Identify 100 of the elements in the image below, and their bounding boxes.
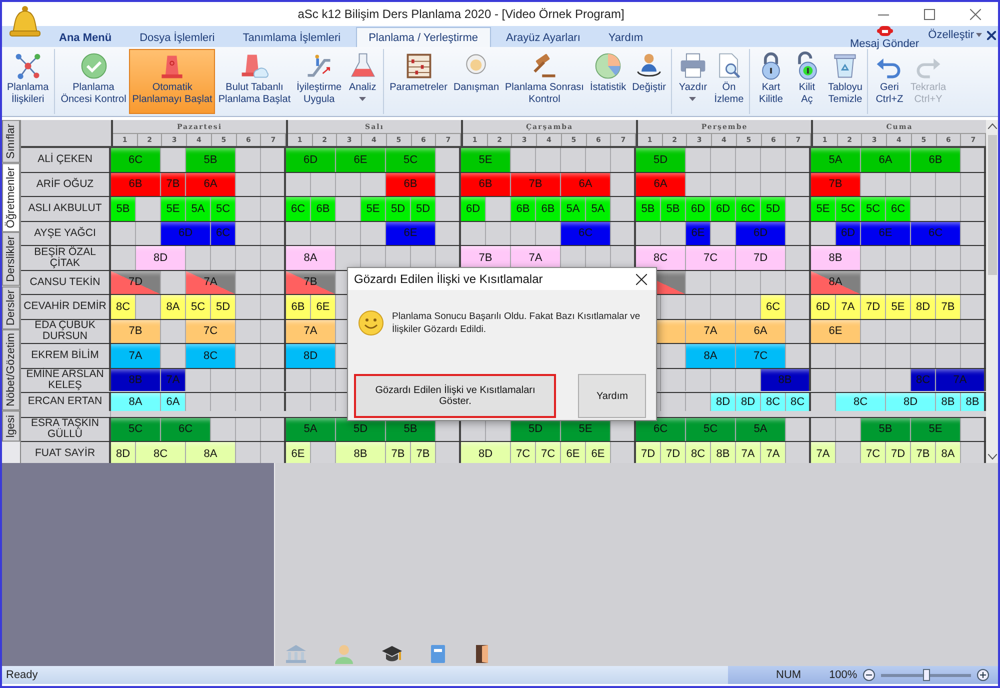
lesson-cell[interactable]: 8D <box>461 442 511 463</box>
customize-button[interactable]: Özelleştir <box>928 29 982 41</box>
lesson-cell[interactable]: 5E <box>811 197 836 220</box>
lesson-cell[interactable]: 5B <box>861 418 911 441</box>
lesson-cell[interactable]: 5C <box>836 197 861 220</box>
side-tab[interactable]: Dersler <box>2 286 20 330</box>
lesson-cell[interactable]: 6E <box>561 442 586 463</box>
lesson-cell[interactable]: 5A <box>811 148 861 172</box>
lesson-cell[interactable]: 8C <box>186 344 236 368</box>
ribbon-button[interactable]: Değiştir <box>629 49 669 114</box>
lesson-cell[interactable]: 8C <box>761 393 786 411</box>
ribbon-button[interactable]: Planlama Sonrası Kontrol <box>502 49 587 114</box>
scroll-down-icon[interactable] <box>988 454 997 460</box>
scrollbar[interactable] <box>986 120 998 463</box>
lesson-cell[interactable]: 6E <box>311 295 336 318</box>
lesson-cell[interactable]: 7A <box>836 295 861 318</box>
lesson-cell[interactable]: 5E <box>361 197 386 220</box>
lesson-cell[interactable]: 8B <box>336 442 386 463</box>
ribbon-button[interactable]: Kart Kilitle <box>752 49 789 114</box>
lesson-cell[interactable]: 8A <box>286 246 336 270</box>
lesson-cell[interactable]: 8B <box>811 246 861 270</box>
lesson-cell[interactable]: 7D <box>636 442 661 463</box>
ribbon-button[interactable]: Analiz <box>344 49 381 114</box>
lesson-cell[interactable]: 7D <box>886 442 911 463</box>
lesson-cell[interactable]: 7C <box>536 442 561 463</box>
scroll-thumb[interactable] <box>988 135 997 275</box>
scroll-up-icon[interactable] <box>988 123 997 129</box>
lesson-cell[interactable]: 5D <box>636 148 686 172</box>
ribbon-tab[interactable]: Tanımlama İşlemleri <box>230 27 354 47</box>
lesson-cell[interactable]: 6A <box>186 172 236 196</box>
lesson-cell[interactable]: 7A <box>736 442 761 463</box>
lesson-cell[interactable]: 7C <box>511 442 536 463</box>
side-tab[interactable]: Derslikler <box>2 232 20 286</box>
lesson-cell[interactable]: 5B <box>661 197 686 220</box>
lesson-cell[interactable]: 6B <box>911 148 961 172</box>
lesson-cell[interactable]: 7B <box>811 172 861 196</box>
lesson-cell[interactable]: 6C <box>736 197 761 220</box>
lesson-cell[interactable]: 6E <box>811 320 861 343</box>
lesson-cell[interactable]: 8B <box>961 393 986 411</box>
lesson-cell[interactable]: 5C <box>186 295 211 318</box>
lesson-cell[interactable]: 7A <box>286 320 336 343</box>
lesson-cell[interactable]: 5A <box>561 197 586 220</box>
ribbon-button[interactable]: İyileştirme Uygula <box>294 49 345 114</box>
lesson-cell[interactable]: 7D <box>861 295 886 318</box>
zoom-out-icon[interactable] <box>863 669 876 681</box>
lesson-cell[interactable]: 7A <box>811 442 836 463</box>
lesson-cell[interactable]: 5E <box>886 295 911 318</box>
lesson-cell[interactable]: 6D <box>286 148 336 172</box>
lesson-cell[interactable]: 7A <box>761 442 786 463</box>
book-icon[interactable] <box>429 644 447 664</box>
lesson-cell[interactable]: 5C <box>111 418 161 441</box>
lesson-cell[interactable]: 5D <box>761 197 786 220</box>
lesson-cell[interactable]: 6A <box>561 172 611 196</box>
lesson-cell[interactable]: 5C <box>211 197 236 220</box>
lesson-cell[interactable]: 5B <box>186 148 236 172</box>
zoom-slider[interactable] <box>923 668 930 680</box>
ribbon-tab[interactable]: Ana Menü <box>46 27 125 47</box>
lesson-cell[interactable]: 5C <box>686 418 736 441</box>
lesson-cell[interactable]: 6B <box>386 172 436 196</box>
lesson-cell[interactable]: 5D <box>411 197 436 220</box>
lesson-cell[interactable]: 5E <box>911 418 961 441</box>
lesson-cell[interactable]: 7A <box>686 320 736 343</box>
lesson-cell[interactable]: 8A <box>936 442 961 463</box>
lesson-cell[interactable]: 5C <box>386 148 436 172</box>
lesson-cell[interactable]: 5E <box>161 197 186 220</box>
lesson-cell[interactable]: 5D <box>386 197 411 220</box>
lesson-cell[interactable]: 7C <box>186 320 236 343</box>
lesson-cell[interactable]: 6B <box>111 172 161 196</box>
lesson-cell[interactable]: 6A <box>861 148 911 172</box>
ribbon-button[interactable]: Planlama İlişkileri <box>4 49 52 114</box>
ribbon-button[interactable]: Kilit Aç <box>788 49 825 114</box>
lesson-cell[interactable]: 6B <box>511 197 536 220</box>
side-tab[interactable]: Öğretmenler <box>2 162 20 232</box>
lesson-cell[interactable]: 7B <box>111 320 161 343</box>
ribbon-button[interactable]: Planlama Öncesi Kontrol <box>58 49 130 114</box>
lesson-cell[interactable]: 5E <box>461 148 511 172</box>
lesson-cell[interactable]: 7A <box>186 270 236 294</box>
zoom-in-icon[interactable] <box>977 669 990 681</box>
lesson-cell[interactable]: 8D <box>286 344 336 368</box>
graduation-cap-icon[interactable] <box>381 644 403 664</box>
lesson-cell[interactable]: 5A <box>186 197 211 220</box>
lesson-cell[interactable]: 7B <box>936 295 961 318</box>
lesson-cell[interactable]: 8B <box>936 393 961 411</box>
lesson-cell[interactable]: 8D <box>111 442 136 463</box>
lesson-cell[interactable]: 6C <box>111 148 161 172</box>
lesson-cell[interactable]: 8D <box>886 393 936 411</box>
lesson-cell[interactable]: 8C <box>636 246 686 270</box>
lesson-cell[interactable]: 6C <box>761 295 786 318</box>
lesson-cell[interactable]: 6D <box>811 295 836 318</box>
lesson-cell[interactable]: 5B <box>111 197 136 220</box>
lesson-cell[interactable]: 6C <box>286 197 311 220</box>
ribbon-tab[interactable]: Dosya İşlemleri <box>126 27 228 47</box>
lesson-cell[interactable]: 6B <box>461 172 511 196</box>
lesson-cell[interactable]: 7B <box>386 442 411 463</box>
lesson-cell[interactable]: 6A <box>161 393 186 411</box>
lesson-cell[interactable]: 8C <box>786 393 811 411</box>
lesson-cell[interactable]: 5A <box>586 197 611 220</box>
ribbon-button[interactable]: Parametreler <box>386 49 450 114</box>
lesson-cell[interactable]: 8A <box>811 270 861 294</box>
lesson-cell[interactable]: 7D <box>111 270 161 294</box>
